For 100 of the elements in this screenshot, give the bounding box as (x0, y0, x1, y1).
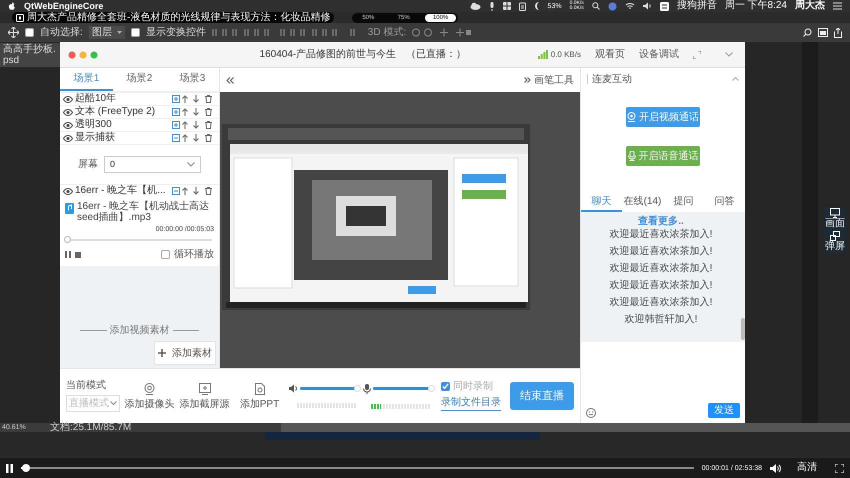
add-source-button[interactable]: 添加截屏源 (179, 382, 230, 410)
header-link[interactable]: 设备调试 (639, 47, 679, 62)
moon-icon[interactable] (534, 2, 540, 10)
globe-icon[interactable] (608, 2, 617, 10)
checkbox[interactable] (441, 382, 450, 391)
keyboard-icon[interactable] (660, 2, 669, 10)
chat-tab[interactable]: 在线(14) (622, 192, 663, 212)
quality-button[interactable]: 高清 (797, 463, 817, 473)
app-name[interactable]: QtWebEngineCore (24, 2, 104, 10)
emoji-icon[interactable] (586, 408, 596, 418)
window-icon[interactable] (818, 28, 828, 37)
trash-icon[interactable] (205, 187, 212, 195)
add-video-material-label: 添加视频素材 (110, 324, 170, 338)
volume-icon[interactable] (642, 2, 652, 10)
add-source-button[interactable]: 添加摄像头 (124, 382, 175, 410)
eye-icon[interactable] (63, 134, 73, 142)
collapse-icon[interactable] (172, 134, 180, 142)
header-link[interactable]: 观看页 (595, 47, 625, 62)
checkbox[interactable] (25, 28, 34, 37)
trash-icon[interactable] (205, 134, 212, 142)
eye-icon[interactable] (63, 96, 73, 102)
microphone-icon (628, 151, 636, 161)
screen-label: 屏幕 (78, 158, 98, 172)
caret-icon (187, 162, 195, 167)
expand-icon[interactable] (172, 108, 180, 116)
speaker-icon[interactable] (289, 384, 298, 393)
move-up-icon[interactable] (182, 95, 188, 103)
source-name[interactable]: 显示捕获 (75, 133, 170, 143)
wifi-icon[interactable] (624, 2, 635, 10)
3d-mode-label: 3D 模式: (368, 28, 406, 38)
trash-icon[interactable] (205, 95, 212, 103)
move-down-icon[interactable] (193, 95, 199, 103)
side-float-button[interactable]: 画面 (824, 207, 846, 230)
volume-icon[interactable] (770, 464, 781, 472)
collapse-icon[interactable] (172, 187, 180, 195)
move-down-icon[interactable] (193, 187, 199, 195)
search-icon[interactable] (592, 2, 600, 10)
eye-icon[interactable] (63, 108, 73, 116)
microphone-icon[interactable] (363, 384, 371, 394)
document-tab[interactable]: 高高手抄板.psd (0, 43, 60, 67)
clipboard-icon[interactable] (518, 2, 526, 10)
share-icon[interactable] (834, 28, 842, 38)
fullscreen-icon[interactable] (835, 464, 844, 472)
window-controls-icon[interactable] (68, 50, 98, 58)
move-up-icon[interactable] (182, 108, 188, 116)
volume-slider-thumb[interactable] (354, 385, 361, 392)
collapse-left-icon[interactable] (226, 76, 234, 84)
video-progress-thumb[interactable] (22, 464, 30, 472)
scene-tab[interactable]: 场景2 (113, 68, 166, 91)
trash-icon[interactable] (205, 108, 212, 116)
volume-slider-thumb[interactable] (428, 385, 435, 392)
stop-icon[interactable] (75, 252, 81, 258)
clock[interactable]: 周一 下午8:24 (724, 1, 787, 11)
eye-icon[interactable] (63, 188, 73, 194)
chat-message: 欢迎最近喜欢浓茶加入! (610, 230, 712, 240)
move-up-icon[interactable] (182, 134, 188, 142)
side-float-button[interactable]: 弹屏 (824, 230, 846, 253)
list-icon[interactable] (833, 2, 842, 10)
layer-select[interactable]: 图层 (88, 26, 125, 39)
current-mode-label: 当前模式 (66, 380, 107, 390)
cloud-icon[interactable] (470, 2, 481, 10)
horizontal-scrollbar[interactable] (281, 423, 850, 432)
source-name[interactable]: 16err - 晚之车【机... (75, 186, 170, 196)
media-progress-thumb[interactable] (64, 236, 71, 243)
checkbox[interactable] (161, 250, 170, 259)
brush-tool-button[interactable]: 画笔工具 (524, 72, 574, 88)
expand-icon[interactable] (693, 50, 701, 58)
grid-icon[interactable] (502, 2, 511, 10)
video-icon (16, 14, 24, 22)
chat-tab[interactable]: 问答 (704, 192, 745, 212)
chevron-down-icon[interactable] (725, 52, 733, 57)
apple-logo-icon[interactable] (8, 2, 16, 10)
move-tool-icon[interactable] (8, 27, 19, 38)
3d-tools-icon[interactable] (412, 28, 472, 37)
source-name[interactable]: 起酷10年 (75, 94, 170, 104)
chat-message: 欢迎最近喜欢浓茶加入! (610, 247, 712, 257)
add-material-button[interactable]: 添加素材 (154, 341, 216, 365)
source-name[interactable]: 透明300 (75, 120, 170, 130)
pause-icon[interactable] (6, 464, 13, 472)
screen-select[interactable]: 0 (104, 156, 201, 173)
scene-tab[interactable]: 场景3 (166, 68, 219, 91)
move-down-icon[interactable] (193, 134, 199, 142)
move-down-icon[interactable] (193, 121, 199, 129)
eye-icon[interactable] (63, 122, 73, 128)
chat-tab[interactable]: 提问 (663, 192, 704, 212)
microphone-icon[interactable] (488, 2, 495, 10)
expand-icon[interactable] (172, 95, 180, 103)
source-name[interactable]: 文本 (FreeType 2) (75, 107, 170, 117)
trash-icon[interactable] (205, 121, 212, 129)
plus-icon (158, 349, 166, 357)
add-source-button[interactable]: 添加PPT (234, 382, 285, 410)
move-up-icon[interactable] (182, 187, 188, 195)
expand-icon[interactable] (172, 121, 180, 129)
move-down-icon[interactable] (193, 108, 199, 116)
search-icon[interactable] (803, 28, 812, 37)
window-title: 160404-产品修图的前世与今生 (260, 48, 396, 62)
move-up-icon[interactable] (182, 121, 188, 129)
checkbox[interactable] (130, 28, 140, 37)
recording-folder-link[interactable]: 录制文件目录 (441, 398, 501, 410)
scrollbar-thumb[interactable] (741, 318, 745, 340)
